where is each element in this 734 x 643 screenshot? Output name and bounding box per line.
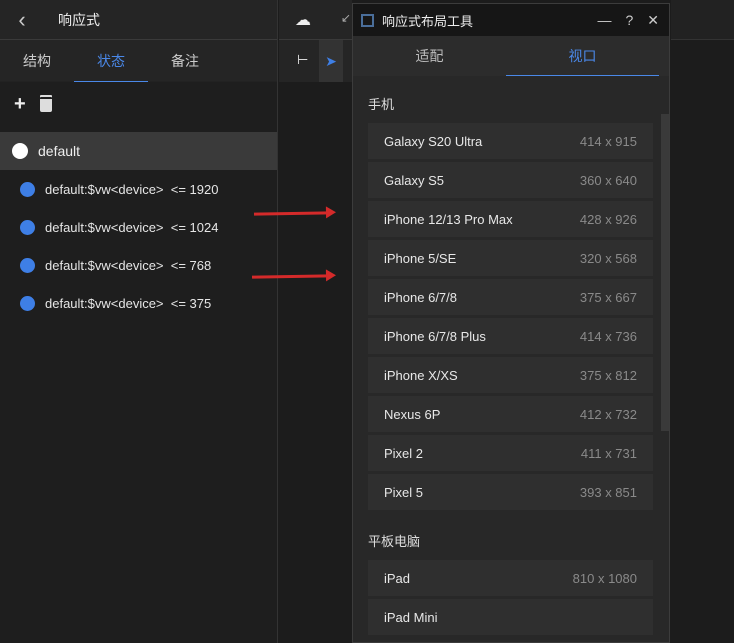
- device-row[interactable]: Galaxy S5 360 x 640: [368, 162, 653, 198]
- tab-notes[interactable]: 备注: [148, 40, 222, 82]
- device-size: 320 x 568: [579, 250, 637, 266]
- state-item-default[interactable]: default: [0, 132, 277, 170]
- cloud-upload-icon[interactable]: ☁: [295, 10, 311, 30]
- responsive-layout-dialog: 响应式布局工具 —? ✕ 适配 视口 手机 Galaxy S20 Ultra 414 …: [352, 3, 670, 643]
- tab-state[interactable]: 状态: [74, 40, 148, 82]
- device-name: iPhone 6/7/8: [384, 289, 458, 305]
- add-icon[interactable]: +: [14, 93, 26, 116]
- toolbar-column: ☁ ↙ ⊢ ➤: [279, 0, 352, 643]
- state-dot-icon: [20, 219, 35, 235]
- panel-title: 响应式: [58, 11, 100, 28]
- help-icon[interactable]: ?: [625, 12, 633, 29]
- panel-tabs: 结构 状态 备注: [0, 40, 277, 82]
- device-row[interactable]: iPhone 6/7/8 Plus 414 x 736: [368, 318, 653, 354]
- device-size: 428 x 926: [579, 211, 637, 227]
- device-row[interactable]: iPhone 5/SE 320 x 568: [368, 240, 653, 276]
- state-dot-icon: [20, 181, 35, 197]
- state-label: default:$vw<device> <= 768: [45, 257, 212, 273]
- device-size: 414 x 736: [579, 328, 637, 344]
- device-row[interactable]: Galaxy S20 Ultra 414 x 915: [368, 123, 653, 159]
- device-size: 411 x 731: [580, 445, 637, 461]
- device-name: iPhone 5/SE: [384, 250, 457, 266]
- device-name: iPhone 12/13 Pro Max: [384, 211, 513, 227]
- state-item[interactable]: default:$vw<device> <= 1920: [0, 170, 277, 208]
- device-row[interactable]: Pixel 2 411 x 731: [368, 435, 653, 471]
- device-size: 393 x 851: [579, 484, 637, 500]
- device-size: 412 x 732: [579, 406, 637, 422]
- state-toolbar: +: [0, 82, 277, 126]
- tab-structure[interactable]: 结构: [0, 40, 74, 82]
- device-size: 810 x 1080: [572, 570, 637, 586]
- device-name: Nexus 6P: [384, 406, 441, 422]
- canvas-area: [671, 0, 734, 643]
- tab-adapt[interactable]: 适配: [353, 36, 506, 76]
- device-name: Galaxy S20 Ultra: [384, 133, 483, 149]
- close-icon[interactable]: ✕: [647, 12, 659, 29]
- dialog-tabs: 适配 视口: [353, 36, 669, 76]
- device-name: iPhone X/XS: [384, 367, 458, 383]
- trash-icon[interactable]: [39, 96, 52, 112]
- device-size: 375 x 812: [579, 367, 637, 383]
- device-name: Galaxy S5: [384, 172, 444, 188]
- device-list: 手机 Galaxy S20 Ultra 414 x 915 Galaxy S5 360 …: [353, 76, 669, 635]
- state-dot-icon: [20, 257, 35, 273]
- device-row[interactable]: iPhone 6/7/8 375 x 667: [368, 279, 653, 315]
- device-name: iPhone 6/7/8 Plus: [384, 328, 486, 344]
- device-row[interactable]: iPad 810 x 1080: [368, 560, 653, 596]
- pointer-icon[interactable]: ➤: [319, 40, 343, 82]
- device-size: 375 x 667: [579, 289, 637, 305]
- left-panel: ‹ 响应式 结构 状态 备注 + default default:$vw<dev…: [0, 0, 278, 643]
- state-label: default: [38, 143, 81, 159]
- minimize-icon[interactable]: —: [597, 12, 611, 29]
- window-icon: [361, 13, 374, 27]
- device-size: 414 x 915: [579, 133, 637, 149]
- state-dot-icon: [20, 295, 35, 311]
- state-item[interactable]: default:$vw<device> <= 768: [0, 246, 277, 284]
- device-size: 360 x 640: [579, 172, 637, 188]
- state-label: default:$vw<device> <= 1024: [45, 219, 219, 235]
- tab-viewport[interactable]: 视口: [506, 36, 659, 76]
- device-name: Pixel 5: [384, 484, 424, 500]
- back-icon[interactable]: ‹: [0, 7, 40, 33]
- scrollbar[interactable]: [661, 114, 669, 431]
- state-label: default:$vw<device> <= 1920: [45, 181, 219, 197]
- device-row[interactable]: iPhone 12/13 Pro Max 428 x 926: [368, 201, 653, 237]
- panel-header: ‹ 响应式: [0, 0, 277, 40]
- device-name: iPad: [384, 570, 411, 586]
- state-label: default:$vw<device> <= 375: [45, 295, 212, 311]
- device-row[interactable]: iPhone X/XS 375 x 812: [368, 357, 653, 393]
- hierarchy-icon[interactable]: ⊢: [297, 52, 308, 68]
- dialog-titlebar[interactable]: 响应式布局工具 —? ✕: [353, 4, 669, 36]
- state-item[interactable]: default:$vw<device> <= 375: [0, 284, 277, 322]
- device-row[interactable]: Pixel 5 393 x 851: [368, 474, 653, 510]
- device-row[interactable]: iPad Mini: [368, 599, 653, 635]
- device-name: iPad Mini: [384, 609, 438, 625]
- device-name: Pixel 2: [384, 445, 424, 461]
- section-title: 手机: [368, 97, 395, 112]
- device-row[interactable]: Nexus 6P 412 x 732: [368, 396, 653, 432]
- section-title: 平板电脑: [368, 534, 421, 549]
- state-item[interactable]: default:$vw<device> <= 1024: [0, 208, 277, 246]
- state-dot-icon: [12, 143, 28, 159]
- collapse-icon[interactable]: ↙: [341, 11, 351, 25]
- dialog-title: 响应式布局工具: [382, 13, 474, 29]
